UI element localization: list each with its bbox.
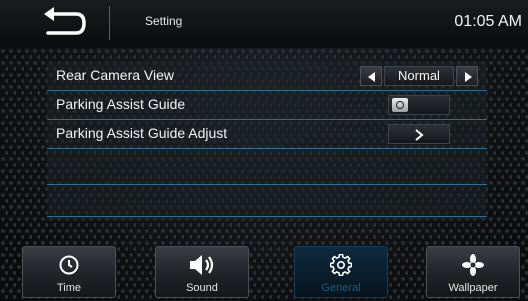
triangle-right-icon: [465, 72, 472, 82]
tab-label: Wallpaper: [448, 282, 498, 294]
setting-label: Rear Camera View: [56, 67, 175, 83]
speaker-icon: [190, 255, 214, 275]
triangle-left-icon: [368, 72, 375, 82]
setting-row-parking-assist-guide: Parking Assist Guide: [47, 91, 487, 120]
tab-wallpaper[interactable]: Wallpaper: [426, 246, 520, 298]
gear-icon: [330, 254, 352, 276]
tab-time[interactable]: Time: [22, 246, 116, 298]
tab-general[interactable]: General: [294, 246, 388, 298]
back-button[interactable]: [34, 6, 90, 40]
empty-row: [47, 156, 487, 185]
tab-label: Sound: [186, 282, 218, 294]
setting-label: Parking Assist Guide Adjust: [56, 125, 228, 141]
clock-icon: [59, 255, 79, 275]
empty-row: [47, 188, 487, 217]
tab-sound[interactable]: Sound: [155, 246, 249, 298]
toggle-knob: [392, 98, 408, 112]
parking-assist-guide-toggle[interactable]: [388, 95, 450, 115]
next-option-button[interactable]: [456, 66, 478, 86]
tab-bar: Time Sound General Wallpaper: [0, 236, 528, 301]
wallpaper-icon: [462, 254, 484, 276]
chevron-right-icon: [415, 129, 424, 141]
setting-label: Parking Assist Guide: [56, 96, 186, 112]
clock-display: 01:05 AM: [454, 13, 522, 30]
page-title: Setting: [145, 14, 183, 28]
parking-assist-guide-adjust-button[interactable]: [388, 124, 450, 144]
tab-label: Time: [56, 282, 82, 294]
tab-label: General: [321, 282, 361, 294]
rear-camera-view-value: Normal: [384, 66, 454, 86]
previous-option-button[interactable]: [360, 66, 382, 86]
header-bar: Setting 01:05 AM: [0, 0, 528, 48]
settings-list: Rear Camera View Normal Parking Assist G…: [47, 62, 487, 220]
setting-row-rear-camera-view: Rear Camera View Normal: [47, 62, 487, 91]
header-divider: [109, 6, 110, 40]
setting-row-parking-assist-guide-adjust: Parking Assist Guide Adjust: [47, 120, 487, 149]
back-arrow-icon: [44, 7, 86, 35]
